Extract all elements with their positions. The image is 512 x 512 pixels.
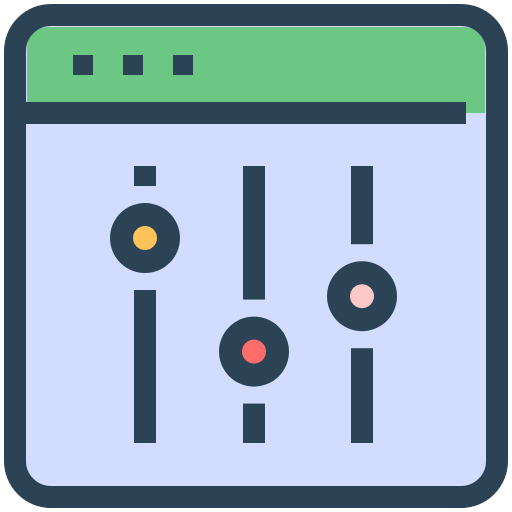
slider-track-upper <box>243 166 265 300</box>
slider-track-lower <box>134 290 156 443</box>
slider-knob-center <box>242 339 266 364</box>
slider-knob-center <box>350 284 374 309</box>
window-title-bar <box>27 27 485 113</box>
slider-track-upper <box>351 166 373 245</box>
slider-track-lower <box>351 348 373 443</box>
window-control-dot <box>173 55 193 75</box>
slider-track-upper <box>134 166 156 187</box>
title-bar-divider <box>20 102 466 124</box>
window-controls <box>73 55 193 75</box>
icon-canvas <box>4 4 508 508</box>
slider-track-lower <box>243 403 265 443</box>
slider-knob-center <box>133 226 157 251</box>
window-control-dot <box>123 55 143 75</box>
window-control-dot <box>73 55 93 75</box>
equalizer-window-icon <box>0 0 512 512</box>
